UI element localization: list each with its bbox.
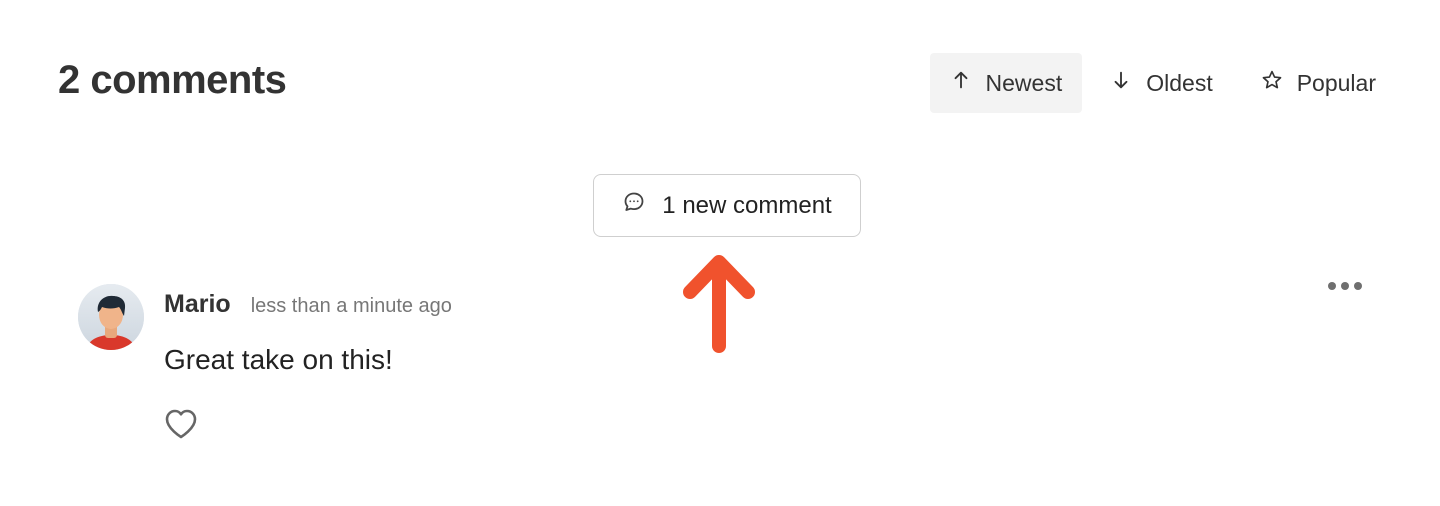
comments-count-title: 2 comments [58, 58, 287, 102]
sort-options: Newest Oldest Popular [929, 53, 1396, 113]
sort-popular-button[interactable]: Popular [1241, 53, 1396, 113]
sort-popular-label: Popular [1296, 69, 1376, 96]
sort-oldest-label: Oldest [1146, 69, 1213, 96]
speech-bubble-icon [622, 190, 646, 221]
comment-meta: Mario less than a minute ago [164, 290, 452, 319]
arrow-up-annotation [682, 252, 756, 354]
avatar[interactable] [78, 284, 144, 350]
menu-dot [1354, 282, 1362, 290]
comment-body: Great take on this! [164, 344, 393, 375]
comment-timestamp: less than a minute ago [250, 295, 452, 317]
new-comments-button[interactable]: 1 new comment [593, 174, 861, 237]
more-horizontal-icon[interactable] [1328, 276, 1362, 296]
menu-dot [1328, 282, 1336, 290]
star-icon [1261, 69, 1283, 97]
comments-section: 2 comments Newest Oldest Popular 1 new c… [0, 0, 1440, 506]
sort-oldest-button[interactable]: Oldest [1090, 53, 1232, 113]
arrow-up-icon [950, 69, 972, 97]
sort-newest-button[interactable]: Newest [929, 53, 1083, 113]
comment-author[interactable]: Mario [164, 290, 231, 319]
arrow-down-icon [1110, 69, 1132, 97]
heart-icon[interactable] [164, 408, 198, 440]
sort-newest-label: Newest [985, 69, 1063, 96]
menu-dot [1341, 282, 1349, 290]
new-comments-label: 1 new comment [662, 191, 832, 219]
